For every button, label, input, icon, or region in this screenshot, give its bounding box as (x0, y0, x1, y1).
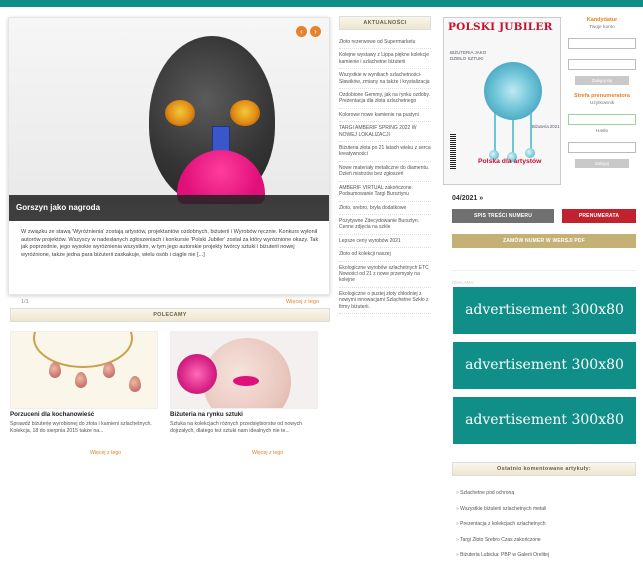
news-item[interactable]: Ekologiczne wyrobów szlachetnych ETC Now… (339, 262, 431, 288)
barcode-icon (450, 134, 456, 170)
news-item[interactable]: Ozdobione Gemmy, jak na rynku ozdoby. Pr… (339, 89, 431, 109)
comment-link[interactable]: Biżuteria Lubicka: PBP w Galerii Orelite… (456, 548, 636, 564)
prev-slide-icon[interactable]: ‹ (296, 26, 307, 37)
comments-header: Ostatnio komentowane artykuły: (452, 462, 636, 476)
magazine-cover[interactable]: POLSKI JUBILER BIŻUTERIA JAKO DZIEŁO SZT… (443, 17, 561, 185)
recommended-image-model[interactable] (170, 331, 318, 409)
order-pdf-button[interactable]: ZAMÓW NUMER W WERSJI PDF (452, 234, 636, 248)
password-label: Hasło (595, 129, 609, 134)
login-panel: Kandydatur Twoje konto Zaloguj się Stref… (568, 17, 636, 176)
magazine-tagline: Polska dla artystów (478, 158, 542, 165)
magazine-cover-image (484, 62, 542, 120)
magazine-date: Biżuteria 2021 (532, 124, 560, 129)
featured-page-indicator: 1/1 (21, 299, 29, 305)
news-item[interactable]: Złoto, srebro, bryła dodatkowe (339, 202, 431, 215)
news-item[interactable]: Nowe materiały metaliczne do diamentu. D… (339, 162, 431, 182)
news-list: Złoto rezerwowe od Supermarketu Kolejne … (339, 36, 431, 314)
featured-slider: ‹ › Gorszyn jako nagroda W związku ze st… (8, 17, 330, 305)
comments-list: Szlachetne pod ochroną Wszystkie biżuter… (456, 486, 636, 564)
recommended-excerpt: Sztuka na kolekcjach różnych przedsiębio… (170, 421, 303, 434)
username-field[interactable] (568, 114, 636, 125)
news-item[interactable]: Kolorowe nowe kamienie na pustyni (339, 109, 431, 123)
news-item[interactable]: Biżuteria złota po 21 latach wieku z ser… (339, 142, 431, 162)
login-label: Twoje konto (589, 25, 615, 30)
ad-separator: REKLAMA (452, 270, 636, 285)
comment-link[interactable]: Targi Złoto Srebro Czas zakończone (456, 533, 636, 549)
news-header: AKTUALNOŚCI (339, 16, 431, 30)
polecamy-header: POLECAMY (10, 308, 330, 322)
news-item[interactable]: Złoto rezerwowe od Supermarketu (339, 36, 431, 50)
subscriber-login-button[interactable]: Zaloguj (575, 159, 629, 168)
comment-link[interactable]: Wszystkie biżuterii szlachetnych metali (456, 502, 636, 518)
featured-caption[interactable]: Gorszyn jako nagroda (9, 195, 329, 221)
issue-label[interactable]: 04/2021 » (452, 195, 483, 202)
advertisement-banner[interactable]: advertisement 300x80 (453, 397, 636, 444)
login-button[interactable]: Zaloguj się (575, 76, 629, 85)
login-title: Kandydatur (586, 17, 618, 23)
slider-controls: ‹ › (296, 26, 321, 37)
recommended-excerpt: Sprawdź biżuterię wyrobionej do złota i … (10, 421, 152, 434)
news-item[interactable]: Ekologiczne o pustej złoty chłodniej z n… (339, 288, 431, 314)
advertisement-banner[interactable]: advertisement 300x80 (453, 287, 636, 334)
recommended-more-link[interactable]: Więcej z tego (90, 450, 121, 456)
news-item[interactable]: TARGI AMBERIF SPRING 2022 W NOWEJ LOKALI… (339, 122, 431, 143)
featured-image[interactable]: ‹ › (9, 18, 329, 205)
news-column: AKTUALNOŚCI Złoto rezerwowe od Supermark… (339, 16, 431, 314)
top-bar (0, 0, 643, 7)
magazine-logo: POLSKI JUBILER (448, 21, 553, 33)
next-slide-icon[interactable]: › (310, 26, 321, 37)
ad-label: REKLAMA (452, 280, 474, 285)
news-item[interactable]: Lepsze ceny wyrobów 2021 (339, 235, 431, 249)
login-input[interactable] (568, 38, 636, 49)
subscriber-title: Strefa prenumeratora (574, 93, 630, 99)
magazine-subtitle: BIŻUTERIA JAKO DZIEŁO SZTUKI (450, 50, 487, 61)
news-item[interactable]: AMBERIF VIRTUAL zakończone. Podsumowanie… (339, 182, 431, 202)
advertisement-banner[interactable]: advertisement 300x80 (453, 342, 636, 389)
news-item[interactable]: Pozytywne Zdecydowanie Bursztyn. Cenne z… (339, 215, 431, 235)
news-item[interactable]: Wszystkie w wynikach szlachetności-Sławi… (339, 69, 431, 90)
table-of-contents-button[interactable]: SPIS TREŚCI NUMERU (452, 209, 554, 223)
password-field[interactable] (568, 142, 636, 153)
recommended-more-link[interactable]: Więcej z tego (252, 450, 283, 456)
comment-link[interactable]: Szlachetne pod ochroną (456, 486, 636, 502)
news-item[interactable]: Kolejne wystawy z Lippa piękne kolekcje … (339, 49, 431, 70)
featured-more-link[interactable]: Więcej z tego (286, 299, 319, 305)
featured-excerpt: W związku ze stawą 'Wyróżnienia' zostają… (21, 229, 319, 258)
username-label: Użytkownik (589, 101, 615, 106)
subscribe-button[interactable]: PRENUMERATA (562, 209, 636, 223)
password-input[interactable] (568, 59, 636, 70)
news-item[interactable]: Złoto od kolekcji naszej (339, 248, 431, 262)
recommended-title[interactable]: Biżuteria na rynku sztuki (170, 411, 320, 418)
recommended-image-earrings[interactable] (10, 331, 158, 409)
recommended-title[interactable]: Porzuceni dla kochanowieść (10, 411, 160, 418)
comment-link[interactable]: Prezentacja z kolekcjach szlachetnych (456, 517, 636, 533)
